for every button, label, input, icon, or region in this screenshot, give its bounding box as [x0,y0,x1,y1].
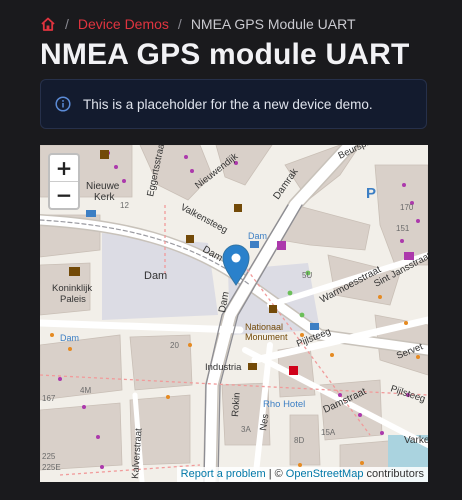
label-dam-left: Dam [60,333,79,343]
house-number: 225E [42,463,61,472]
breadcrumb-separator: / [65,16,69,32]
zoom-in-button[interactable]: + [50,155,78,181]
openstreetmap-link[interactable]: OpenStreetMap [286,468,364,480]
report-problem-link[interactable]: Report a problem [181,468,266,480]
map-tiles: Eggertsstraat Nieuwe Kerk Nieuwendijk Va… [40,145,428,482]
label-beursplein: Beursplein [336,145,381,162]
label-nieuwe-kerk-1: Nieuwe [86,181,120,192]
label-nationaal-2: Monument [245,332,288,342]
label-valkensteeg: Valkensteeg [179,202,230,236]
house-number: 167 [42,394,56,403]
house-number: 20 [170,341,179,350]
label-nieuwe-kerk-2: Kerk [94,192,116,203]
house-number: 225 [42,452,56,461]
parking-sign: P [366,185,376,202]
house-number: 170 [400,203,414,212]
breadcrumb: / Device Demos / NMEA GPS Module UART [40,14,356,34]
attribution-contributors: contributors [366,468,424,480]
alert-text: This is a placeholder for the a new devi… [83,96,373,112]
page-title: NMEA GPS module UART [40,38,410,71]
house-number: 12 [120,201,129,210]
label-rokin: Rokin [230,392,243,417]
breadcrumb-device-demos-link[interactable]: Device Demos [78,16,169,32]
house-number: 3A [241,425,251,434]
attribution-separator: | © [268,468,283,480]
label-rho-hotel: Rho Hotel [263,399,305,410]
zoom-out-button[interactable]: − [50,181,78,208]
house-number: 8D [294,436,304,445]
house-number: 5U [302,271,312,280]
breadcrumb-separator: / [177,16,182,32]
zoom-control: + − [48,153,80,210]
map-view[interactable]: Eggertsstraat Nieuwe Kerk Nieuwendijk Va… [40,145,428,482]
label-varke: Varke [404,435,428,446]
label-koninklijk-1: Koninklijk [52,283,92,294]
label-industria: Industria [205,362,242,373]
house-number: 4M [80,386,91,395]
breadcrumb-current: NMEA GPS Module UART [190,16,356,32]
label-dam-main: Dam [144,270,167,282]
house-number: 151 [396,224,410,233]
label-koninklijk-2: Paleis [60,294,86,305]
label-nationaal-1: Nationaal [245,322,283,332]
info-icon [55,96,71,112]
map-attribution: Report a problem | © OpenStreetMap contr… [176,467,428,482]
home-icon[interactable] [40,16,56,32]
house-number: 15A [321,428,336,437]
label-pijlsteeg-2: Pijlsteeg [389,383,427,405]
label-dam-small: Dam [248,231,267,241]
info-alert: This is a placeholder for the a new devi… [40,79,427,129]
